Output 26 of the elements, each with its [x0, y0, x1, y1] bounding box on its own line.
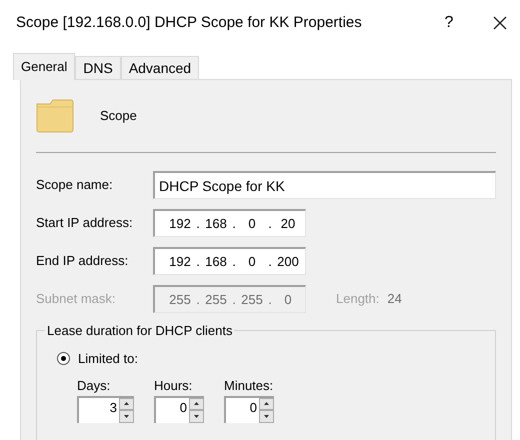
- spinner-label: Minutes:: [224, 377, 274, 395]
- radio-label: Limited to:: [78, 350, 138, 368]
- tab[interactable]: Advanced: [120, 56, 200, 79]
- length-label: Length:: [336, 290, 380, 308]
- number-spinner[interactable]: 0: [154, 396, 204, 422]
- length-value: 24: [387, 290, 402, 308]
- radio-button[interactable]: [57, 352, 70, 365]
- number-spinner[interactable]: 0: [224, 396, 274, 422]
- group-title: Lease duration for DHCP clients: [46, 322, 234, 340]
- field-label: End IP address:: [36, 252, 130, 270]
- spinner-label: Hours:: [154, 377, 194, 395]
- window-title: Scope [192.168.0.0] DHCP Scope for KK Properties: [16, 12, 363, 33]
- scope-heading: Scope: [100, 107, 137, 126]
- ip-address-field[interactable]: 192 . 168 . 0 . 200: [153, 247, 306, 275]
- ip-address-field[interactable]: 192 . 168 . 0 . 20: [153, 209, 306, 237]
- folder-icon: [36, 98, 74, 134]
- field-label: Subnet mask:: [36, 290, 116, 308]
- help-button[interactable]: ?: [434, 11, 464, 35]
- close-icon: [493, 16, 507, 30]
- tab[interactable]: DNS: [75, 56, 121, 79]
- field-label: Start IP address:: [36, 214, 134, 232]
- number-spinner[interactable]: 3: [77, 396, 134, 422]
- field-label: Scope name:: [36, 176, 114, 194]
- spinner-label: Days:: [77, 377, 112, 395]
- tab[interactable]: General: [13, 53, 76, 80]
- scope-name-field[interactable]: DHCP Scope for KK: [153, 171, 496, 199]
